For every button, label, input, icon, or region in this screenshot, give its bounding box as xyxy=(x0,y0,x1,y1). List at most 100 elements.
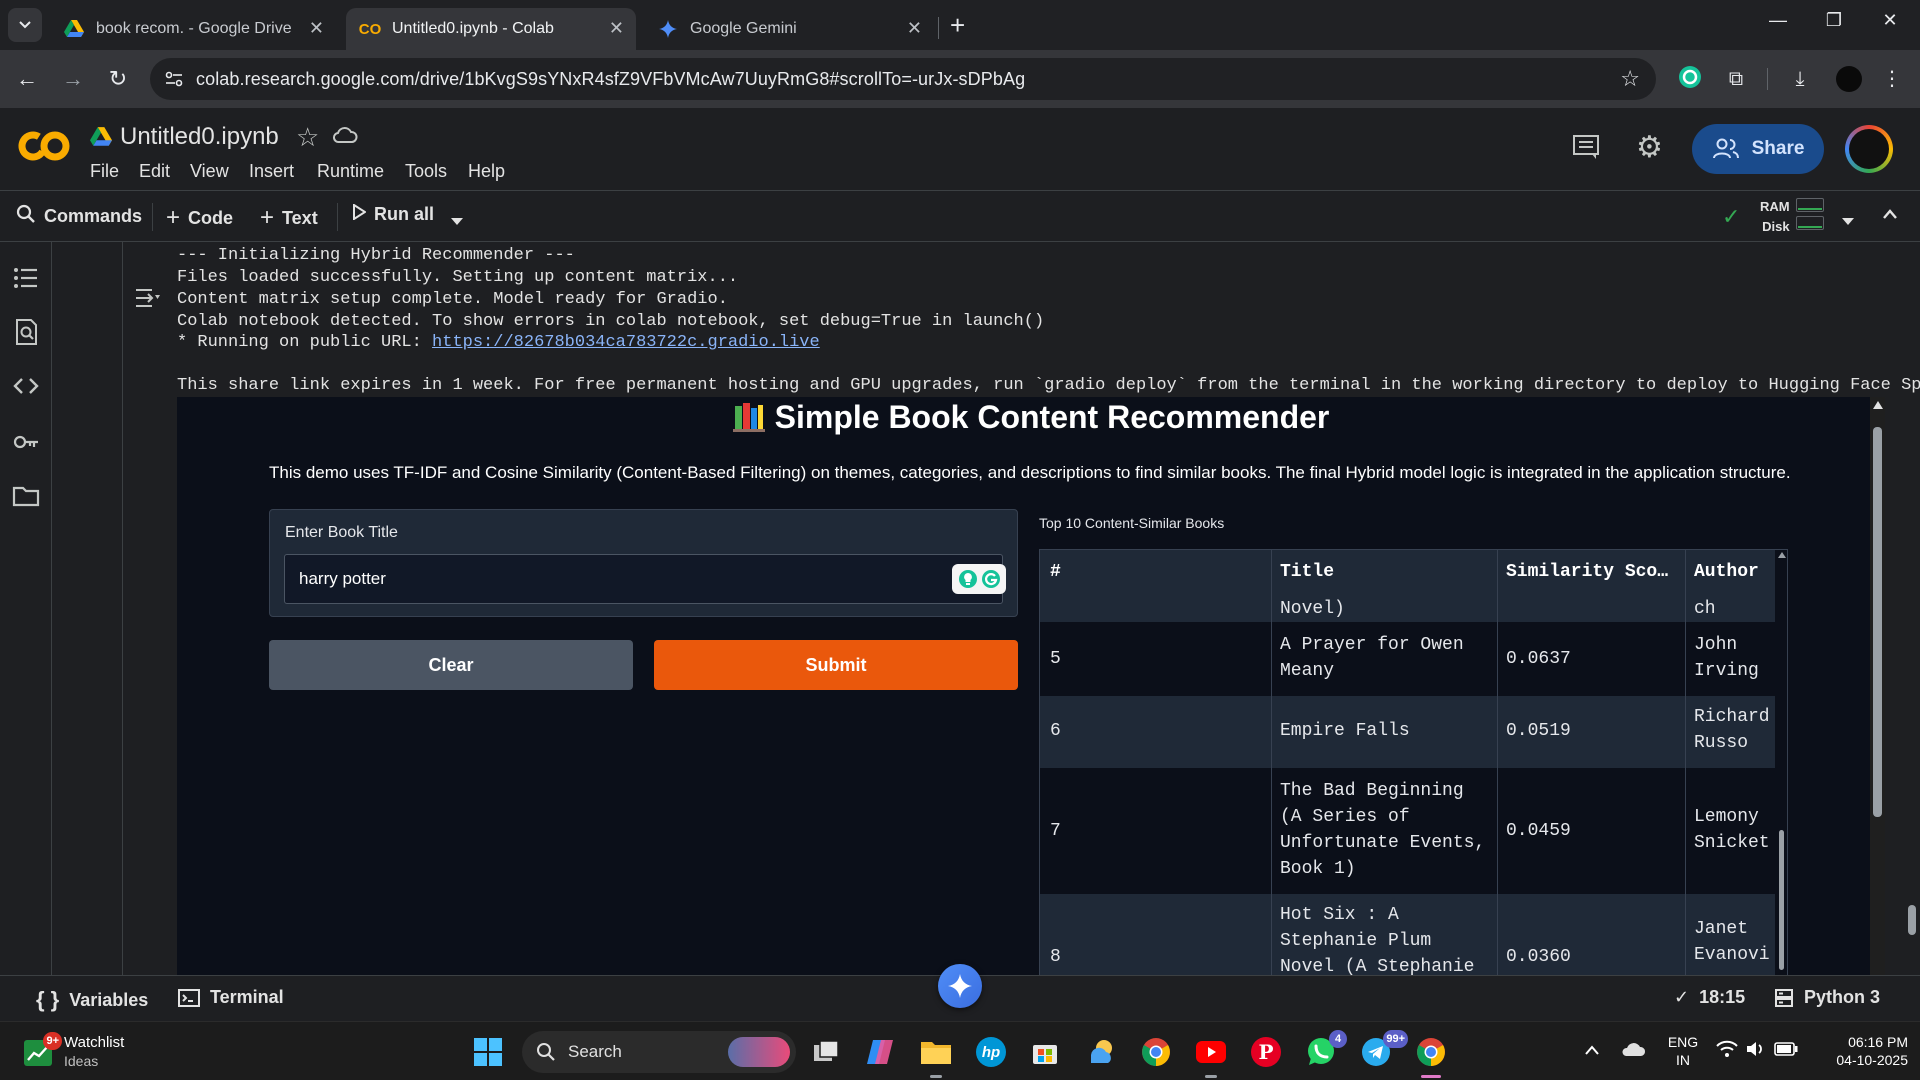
run-all-button[interactable]: Run all xyxy=(352,203,434,225)
tab-search-button[interactable] xyxy=(8,8,42,42)
onedrive-cloud-icon[interactable] xyxy=(1620,1040,1646,1063)
add-text-button[interactable]: + Text xyxy=(260,204,318,232)
menu-file[interactable]: File xyxy=(90,161,119,182)
scroll-up-icon[interactable] xyxy=(1778,552,1786,558)
pinterest-icon[interactable]: P xyxy=(1248,1034,1284,1070)
tab-google-drive[interactable]: book recom. - Google Drive ✕ xyxy=(50,8,336,50)
menu-tools[interactable]: Tools xyxy=(405,161,447,182)
submit-button[interactable]: Submit xyxy=(654,640,1018,690)
star-icon[interactable]: ☆ xyxy=(296,122,319,153)
microsoft-store-icon[interactable] xyxy=(1027,1034,1063,1070)
language-indicator[interactable]: ENG IN xyxy=(1666,1033,1700,1069)
close-tab-icon[interactable]: ✕ xyxy=(609,18,624,39)
secrets-key-icon[interactable] xyxy=(12,428,40,456)
taskbar-search[interactable]: Search xyxy=(522,1031,796,1073)
download-icon[interactable]: ⤓ xyxy=(1786,65,1814,93)
book-title-input[interactable] xyxy=(284,554,1003,604)
gradio-public-link[interactable]: https://82678b034ca783722c.gradio.live xyxy=(432,333,820,352)
files-folder-icon[interactable] xyxy=(12,482,40,510)
code-snippets-icon[interactable] xyxy=(12,372,40,400)
add-code-button[interactable]: + Code xyxy=(166,204,233,232)
run-all-dropdown-icon[interactable] xyxy=(451,213,463,231)
hp-app-icon[interactable]: hp xyxy=(973,1034,1009,1070)
file-explorer-icon[interactable] xyxy=(918,1034,954,1078)
find-replace-icon[interactable] xyxy=(12,318,40,346)
close-tab-icon[interactable]: ✕ xyxy=(907,18,922,39)
execution-status[interactable]: ✓ 18:15 xyxy=(1674,987,1745,1008)
whatsapp-icon[interactable]: 4 xyxy=(1303,1030,1347,1070)
column-header-author[interactable]: Author xyxy=(1694,562,1759,582)
minimize-icon[interactable]: — xyxy=(1758,10,1798,31)
disk-label: Disk xyxy=(1762,219,1790,234)
commands-button[interactable]: Commands xyxy=(16,204,142,229)
column-header-title[interactable]: Title xyxy=(1280,562,1334,582)
output-actions-icon[interactable] xyxy=(134,286,162,310)
app-scrollbar[interactable] xyxy=(1870,397,1885,975)
bookmark-star-icon[interactable]: ☆ xyxy=(1620,66,1640,92)
wifi-icon[interactable] xyxy=(1716,1040,1738,1063)
table-scrollbar[interactable] xyxy=(1777,550,1787,975)
kernel-indicator[interactable]: Python 3 xyxy=(1774,987,1880,1008)
youtube-icon[interactable] xyxy=(1193,1034,1229,1078)
gemini-button[interactable] xyxy=(938,964,982,1008)
settings-gear-icon[interactable]: ⚙ xyxy=(1636,130,1663,165)
google-drive-icon[interactable] xyxy=(90,127,112,147)
menu-edit[interactable]: Edit xyxy=(139,161,170,182)
cell-title: A Prayer for Owen Meany xyxy=(1280,635,1464,681)
reload-icon[interactable]: ↻ xyxy=(103,64,133,94)
app-scrollbar-thumb[interactable] xyxy=(1873,427,1882,817)
chrome-active-icon[interactable] xyxy=(1413,1034,1449,1078)
menu-insert[interactable]: Insert xyxy=(249,161,294,182)
copilot-icon[interactable] xyxy=(862,1034,898,1070)
new-tab-icon[interactable]: + xyxy=(950,10,965,41)
battery-icon[interactable] xyxy=(1774,1042,1798,1061)
back-icon[interactable]: ← xyxy=(12,64,42,94)
table-scrollbar-thumb[interactable] xyxy=(1779,830,1784,970)
clear-button[interactable]: Clear xyxy=(269,640,633,690)
cloud-saved-icon[interactable] xyxy=(332,124,358,151)
weather-app-icon[interactable] xyxy=(1083,1034,1119,1070)
windows-start-icon[interactable] xyxy=(470,1034,506,1070)
tab-gemini[interactable]: Google Gemini ✕ xyxy=(644,8,934,50)
watchlist-widget[interactable]: 9+ Watchlist Ideas xyxy=(22,1030,142,1072)
volume-icon[interactable] xyxy=(1745,1039,1765,1064)
colab-logo[interactable] xyxy=(18,128,70,164)
share-button[interactable]: Share xyxy=(1692,124,1824,174)
collapse-header-icon[interactable] xyxy=(1882,207,1898,225)
extensions-icon[interactable]: ⧉ xyxy=(1722,65,1750,93)
column-header-similarity[interactable]: Similarity Sco… xyxy=(1506,562,1668,582)
grammarly-extension-icon[interactable] xyxy=(1676,65,1704,93)
more-menu-icon[interactable]: ⋮ xyxy=(1878,65,1906,93)
books-icon xyxy=(732,402,765,440)
terminal-button[interactable]: Terminal xyxy=(178,987,284,1008)
variables-button[interactable]: { } Variables xyxy=(36,987,148,1013)
menu-view[interactable]: View xyxy=(190,161,229,182)
results-label: Top 10 Content-Similar Books xyxy=(1039,515,1225,531)
colab-header: Untitled0.ipynb ☆ File Edit View Insert … xyxy=(0,108,1920,190)
chrome-icon[interactable] xyxy=(1138,1034,1174,1070)
forward-icon[interactable]: → xyxy=(58,64,88,94)
column-header-rank[interactable]: # xyxy=(1050,562,1061,582)
grammarly-widget[interactable] xyxy=(952,564,1006,594)
resource-monitor[interactable]: RAM Disk xyxy=(1760,197,1790,237)
task-view-icon[interactable] xyxy=(808,1034,844,1070)
table-of-contents-icon[interactable] xyxy=(12,264,40,292)
user-avatar[interactable] xyxy=(1845,125,1893,173)
menu-runtime[interactable]: Runtime xyxy=(317,161,384,182)
scroll-up-icon[interactable] xyxy=(1873,401,1883,409)
close-window-icon[interactable]: ✕ xyxy=(1870,10,1910,31)
restore-icon[interactable]: ❐ xyxy=(1814,10,1854,31)
comments-icon[interactable] xyxy=(1572,134,1600,165)
page-scrollbar-thumb[interactable] xyxy=(1908,905,1916,935)
show-hidden-icons[interactable] xyxy=(1584,1042,1600,1060)
site-info-icon[interactable] xyxy=(164,69,184,94)
resource-dropdown-icon[interactable] xyxy=(1842,213,1854,231)
clock[interactable]: 06:16 PM 04-10-2025 xyxy=(1808,1033,1908,1069)
tab-colab[interactable]: CO Untitled0.ipynb - Colab ✕ xyxy=(346,8,636,50)
address-bar[interactable]: colab.research.google.com/drive/1bKvgS9s… xyxy=(150,58,1656,100)
telegram-icon[interactable]: 99+ xyxy=(1358,1030,1408,1070)
menu-help[interactable]: Help xyxy=(468,161,505,182)
notebook-title[interactable]: Untitled0.ipynb xyxy=(120,123,279,151)
close-tab-icon[interactable]: ✕ xyxy=(309,18,324,39)
profile-avatar[interactable] xyxy=(1836,66,1862,92)
